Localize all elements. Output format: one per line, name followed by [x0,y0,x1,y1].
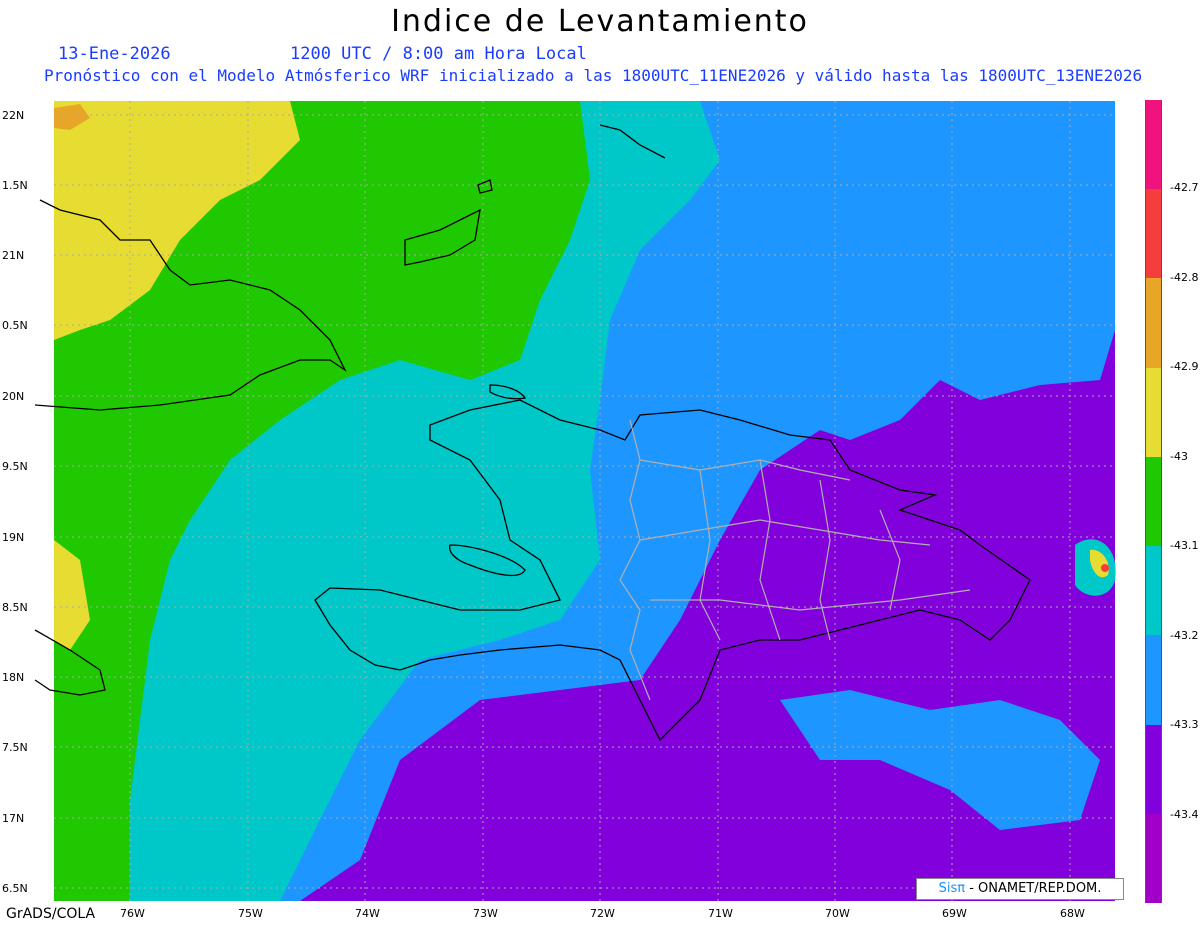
colorbar-segment [1145,189,1162,279]
colorbar-segment [1145,724,1162,814]
colorbar-segment [1145,813,1162,903]
credit-brand: Sisπ [938,881,966,896]
footer-credit: GrADS/COLA [6,906,96,922]
colorbar-label: -42.8 [1170,271,1199,284]
colorbar-label: -43.1 [1170,539,1199,552]
lon-label: 76W [120,907,145,920]
colorbar-segment [1145,367,1162,457]
colorbar-label: -43.4 [1170,808,1199,821]
lon-label: 74W [355,907,380,920]
lat-label: 20N [2,390,25,403]
colorbar-segment [1145,278,1162,368]
lifted-index-map [34,101,1116,901]
lon-label: 75W [238,907,263,920]
credit-box: Sisπ - ONAMET/REP.DOM. [916,878,1124,900]
lon-label: 70W [825,907,850,920]
lon-label: 71W [708,907,733,920]
lat-label: 18N [2,671,25,684]
lat-label: 19N [2,531,25,544]
colorbar-segment [1145,635,1162,725]
lon-label: 69W [942,907,967,920]
lat-label: 22N [2,109,25,122]
colorbar-segment [1145,456,1162,547]
lat-label: 9.5N [2,460,28,473]
lat-label: 17N [2,812,25,825]
lat-label: 7.5N [2,741,28,754]
colorbar-label: -43.2 [1170,629,1199,642]
lat-label: 6.5N [2,882,28,895]
lat-label: 21N [2,249,25,262]
lat-label: 8.5N [2,601,28,614]
lon-label: 72W [590,907,615,920]
lon-label: 73W [473,907,498,920]
colorbar-segment [1145,546,1162,636]
colorbar-label: -42.7 [1170,181,1199,194]
colorbar-label: -43 [1170,450,1188,463]
credit-org: - ONAMET/REP.DOM. [969,881,1102,896]
colorbar-label: -42.9 [1170,360,1199,373]
lon-label: 68W [1060,907,1085,920]
lat-label: 1.5N [2,179,28,192]
colorbar-segment [1145,100,1162,190]
lat-label: 0.5N [2,319,28,332]
colorbar-label: -43.3 [1170,718,1199,731]
